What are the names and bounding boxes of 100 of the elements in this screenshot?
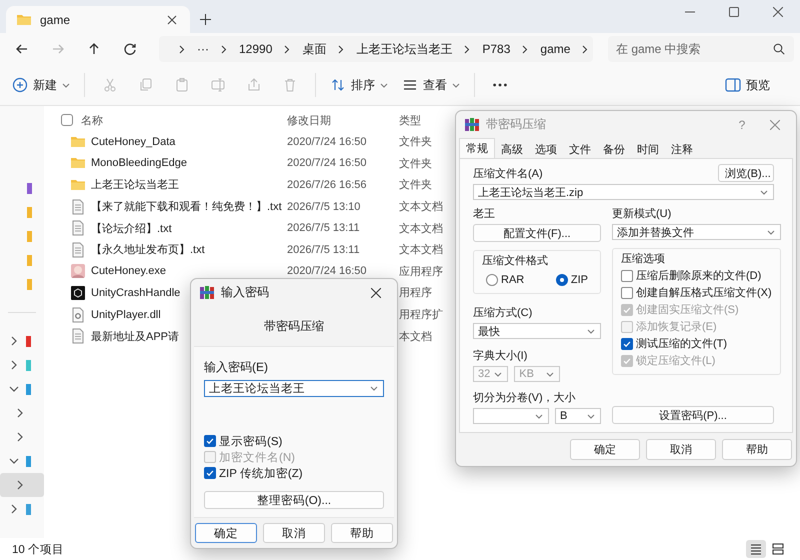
checkbox[interactable] xyxy=(621,286,633,298)
rename-icon xyxy=(210,77,226,93)
breadcrumb-item[interactable]: 桌面 xyxy=(302,40,326,58)
column-header[interactable]: 修改日期 xyxy=(287,114,331,126)
group-label: 压缩选项 xyxy=(621,252,666,266)
file-name[interactable]: 上老王论坛当老王 xyxy=(91,177,179,192)
checkbox-label: 显示密码(S) xyxy=(219,434,282,448)
dialog-button[interactable]: 帮助 xyxy=(331,523,393,543)
details-view-button[interactable] xyxy=(746,540,766,558)
tiles-icon xyxy=(772,543,784,555)
caret-icon xyxy=(766,230,775,234)
file-name[interactable]: 最新地址及APP请 xyxy=(91,328,180,344)
organize-passwords-button[interactable]: 整理密码(O)... xyxy=(204,491,384,509)
checkbox[interactable] xyxy=(621,270,633,282)
set-password-button[interactable]: 设置密码(P)... xyxy=(612,406,774,424)
checkbox[interactable] xyxy=(204,467,216,479)
tab[interactable]: 备份 xyxy=(597,140,631,158)
dialog-button[interactable]: 帮助 xyxy=(722,439,792,460)
date-cell: 2026/7/5 13:11 xyxy=(287,244,360,256)
refresh-icon xyxy=(124,43,136,55)
search-icon xyxy=(773,43,785,55)
password-field[interactable]: 上老王论坛当老王 xyxy=(204,380,384,397)
caret-icon xyxy=(587,328,595,334)
dialog-button[interactable]: 取消 xyxy=(646,439,716,460)
radio-button[interactable] xyxy=(556,274,568,286)
checkbox-label: 创建固实压缩文件(S) xyxy=(636,302,739,317)
tab[interactable]: 常规 xyxy=(459,138,495,158)
breadcrumb-item[interactable]: 上老王论坛当老王 xyxy=(356,40,452,58)
new-button[interactable]: 新建 xyxy=(6,70,76,100)
tab[interactable]: 选项 xyxy=(529,140,563,158)
checkbox[interactable] xyxy=(621,338,633,350)
caret-icon xyxy=(546,372,554,376)
archive-name-combo[interactable]: 上老王论坛当老王.zip xyxy=(473,184,774,200)
tab[interactable]: 文件 xyxy=(563,140,597,158)
dialog-button[interactable]: 取消 xyxy=(263,523,325,543)
caret-icon xyxy=(760,190,768,194)
field-label: 输入密码(E) xyxy=(204,359,269,376)
document-icon xyxy=(70,220,86,236)
sort-button[interactable]: 排序 xyxy=(324,70,394,100)
date-cell: 2020/7/24 16:50 xyxy=(287,265,367,278)
radio-label: RAR xyxy=(501,274,524,286)
column-header[interactable]: 名称 xyxy=(81,112,103,128)
sort-icon xyxy=(330,77,346,93)
radio-button[interactable] xyxy=(486,274,498,286)
close-icon xyxy=(770,120,780,130)
type-cell: 本文档 xyxy=(399,330,432,343)
tab[interactable]: 注释 xyxy=(665,140,699,158)
breadcrumb-item[interactable]: P783 xyxy=(482,42,510,56)
search-field[interactable]: 在 game 中搜索 xyxy=(608,36,794,62)
document-icon xyxy=(70,242,86,258)
breadcrumb-item[interactable]: game xyxy=(540,42,570,56)
field-label: 更新模式(U) xyxy=(612,206,672,221)
caret-icon xyxy=(380,82,388,88)
tab[interactable]: 时间 xyxy=(631,140,665,158)
type-cell: 文件夹 xyxy=(399,179,432,192)
type-cell: 用程序 xyxy=(399,287,432,300)
method-combo[interactable]: 最快 xyxy=(473,323,601,339)
trash-icon xyxy=(282,77,298,93)
file-name[interactable]: UnityCrashHandle xyxy=(91,286,180,299)
window-tab[interactable]: game xyxy=(6,6,190,33)
file-name[interactable]: 【论坛介绍】.txt xyxy=(91,220,172,236)
copy-icon xyxy=(138,77,154,93)
select-all-checkbox[interactable] xyxy=(61,114,73,126)
share-icon xyxy=(246,77,262,93)
chevron-icon[interactable] xyxy=(582,44,588,54)
dialog-heading: 带密码压缩 xyxy=(264,318,324,334)
document-icon xyxy=(70,198,86,215)
checkbox-label: 锁定压缩文件(L) xyxy=(636,354,716,368)
chevron-icon xyxy=(464,44,470,54)
view-button[interactable]: 查看 xyxy=(396,70,466,100)
unit-combo[interactable]: B xyxy=(555,408,601,424)
chevron-icon xyxy=(284,44,290,54)
dialog-button[interactable]: 确定 xyxy=(570,439,640,460)
close-icon xyxy=(167,14,177,24)
preview-button[interactable]: 预览 xyxy=(719,70,776,100)
update-mode-combo[interactable]: 添加并替换文件 xyxy=(612,224,781,240)
file-name[interactable]: CuteHoney_Data xyxy=(91,136,176,148)
dialog-title: 输入密码 xyxy=(221,284,270,301)
file-name[interactable]: 【永久地址发布页】.txt xyxy=(91,242,205,258)
address-bar[interactable]: ··· 12990 桌面 上老王论坛当老王 P783 game xyxy=(159,36,593,62)
browse-button[interactable]: 浏览(B)... xyxy=(718,164,774,182)
file-name[interactable]: CuteHoney.exe xyxy=(91,265,166,278)
breadcrumb-item[interactable]: ··· xyxy=(197,42,209,56)
dialog-button[interactable]: 确定 xyxy=(195,523,257,543)
checkbox[interactable] xyxy=(204,435,216,447)
forward-arrow-icon xyxy=(52,43,64,55)
panel-icon xyxy=(725,78,741,92)
file-name[interactable]: UnityPlayer.dll xyxy=(91,308,161,321)
file-name[interactable]: MonoBleedingEdge xyxy=(91,157,188,170)
chevron-icon xyxy=(221,44,227,54)
profiles-button[interactable]: 配置文件(F)... xyxy=(473,224,601,242)
column-header[interactable]: 类型 xyxy=(399,114,421,126)
breadcrumb-item[interactable]: 12990 xyxy=(239,42,272,56)
checkbox-label: 创建自解压格式压缩文件(X) xyxy=(636,286,772,300)
tab[interactable]: 高级 xyxy=(495,140,529,158)
file-name[interactable]: 【来了就能下载和观看！纯免费！】.txt xyxy=(91,199,282,214)
checkmark-icon xyxy=(205,436,215,446)
minimize-icon xyxy=(685,11,695,13)
type-cell: 文本文档 xyxy=(399,201,443,214)
caret-icon xyxy=(370,386,378,391)
